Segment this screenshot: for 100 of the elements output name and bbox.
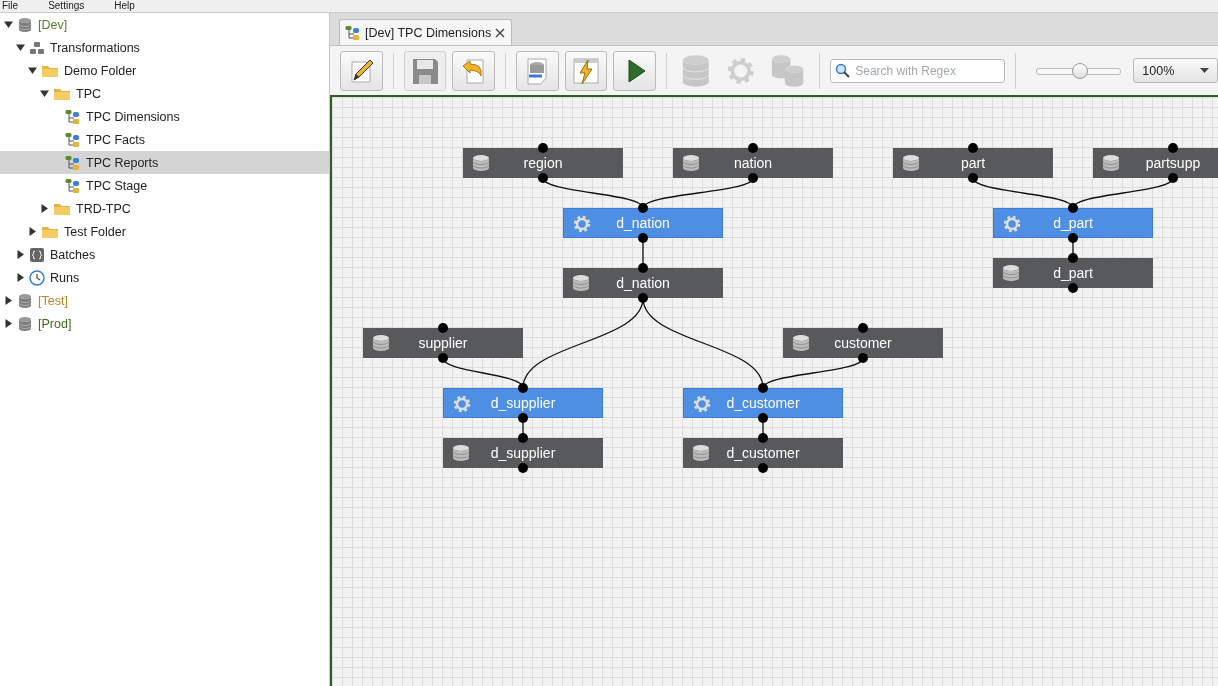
port-dot[interactable] <box>518 463 528 473</box>
node-label: nation <box>732 155 774 171</box>
expanded-arrow-icon[interactable] <box>4 20 13 29</box>
collapsed-arrow-icon[interactable] <box>4 296 13 305</box>
table-node[interactable]: d_supplier <box>443 438 603 468</box>
port-dot[interactable] <box>968 143 978 153</box>
collapsed-arrow-icon[interactable] <box>28 227 37 236</box>
database-icon <box>682 154 700 172</box>
node-label: d_part <box>1052 215 1094 231</box>
table-node[interactable]: part <box>893 148 1053 178</box>
flow-icon <box>65 154 81 171</box>
editor-tab[interactable]: [Dev] TPC Dimensions <box>339 19 513 45</box>
port-dot[interactable] <box>518 383 528 393</box>
table-node[interactable]: supplier <box>363 328 523 358</box>
port-dot[interactable] <box>638 233 648 243</box>
port-dot[interactable] <box>438 323 448 333</box>
table-node[interactable]: d_part <box>993 258 1153 288</box>
menu-item[interactable]: Help <box>114 0 135 12</box>
port-dot[interactable] <box>538 173 548 183</box>
zoom-dropdown[interactable]: 100% <box>1133 58 1218 83</box>
port-dot[interactable] <box>538 143 548 153</box>
tree-item[interactable]: Test Folder <box>0 220 329 243</box>
tree-label: TPC <box>76 86 101 101</box>
tree-label: TRD-TPC <box>76 201 131 216</box>
port-dot[interactable] <box>748 143 758 153</box>
menu-item[interactable]: File <box>2 0 19 12</box>
node-label: d_nation <box>615 275 671 291</box>
execute-button[interactable] <box>564 50 608 91</box>
table-node[interactable]: d_nation <box>563 268 723 298</box>
port-dot[interactable] <box>518 413 528 423</box>
node-label: d_customer <box>725 445 801 461</box>
database-icon <box>1002 264 1020 282</box>
caret-icon <box>1199 68 1209 73</box>
tree-item[interactable]: TPC <box>0 82 329 105</box>
tree-item[interactable]: TPC Stage <box>0 174 329 197</box>
port-dot[interactable] <box>758 383 768 393</box>
node-label: d_customer <box>725 395 801 411</box>
port-dot[interactable] <box>438 353 448 363</box>
node-label: d_part <box>1052 265 1094 281</box>
tree-item[interactable]: Batches <box>0 243 329 266</box>
table-node[interactable]: region <box>463 148 623 178</box>
undo-button[interactable] <box>452 50 496 91</box>
port-dot[interactable] <box>1068 233 1078 243</box>
table-node[interactable]: nation <box>673 148 833 178</box>
collapsed-arrow-icon[interactable] <box>40 204 49 213</box>
port-dot[interactable] <box>968 173 978 183</box>
port-dot[interactable] <box>858 323 868 333</box>
sql-button[interactable] <box>516 50 559 91</box>
node-label: customer <box>833 335 893 351</box>
menu-item[interactable]: Settings <box>48 0 85 12</box>
database-icon <box>17 292 33 309</box>
tree-item[interactable]: TPC Reports <box>0 151 329 174</box>
expanded-arrow-icon[interactable] <box>28 66 37 75</box>
close-icon[interactable] <box>495 27 506 38</box>
tree-label: [Prod] <box>38 316 72 331</box>
port-dot[interactable] <box>1068 203 1078 213</box>
tree-item[interactable]: TPC Facts <box>0 128 329 151</box>
port-dot[interactable] <box>1168 173 1178 183</box>
tree-item[interactable]: TRD-TPC <box>0 197 329 220</box>
table-node[interactable]: customer <box>783 328 943 358</box>
port-dot[interactable] <box>758 463 768 473</box>
expanded-arrow-icon[interactable] <box>40 89 49 98</box>
node-label: part <box>959 155 987 171</box>
boxes-icon <box>29 39 45 56</box>
run-button[interactable] <box>613 50 657 91</box>
tree-item[interactable]: Demo Folder <box>0 59 329 82</box>
search-field[interactable]: Search with Regex <box>830 58 1006 83</box>
tree-label: Test Folder <box>64 224 126 239</box>
port-dot[interactable] <box>1068 283 1078 293</box>
gear-icon <box>693 395 711 413</box>
port-dot[interactable] <box>638 263 648 273</box>
port-dot[interactable] <box>638 293 648 303</box>
port-dot[interactable] <box>758 433 768 443</box>
port-dot[interactable] <box>1068 253 1078 263</box>
tree-item[interactable]: TPC Dimensions <box>0 105 329 128</box>
tree-item[interactable]: Transformations <box>0 36 329 59</box>
tree-item[interactable]: Runs <box>0 266 329 289</box>
collapsed-arrow-icon[interactable] <box>16 250 25 259</box>
tree-item[interactable]: [Dev] <box>0 13 329 36</box>
edit-button[interactable] <box>340 50 383 91</box>
tree-label: TPC Reports <box>86 155 159 170</box>
port-dot[interactable] <box>1168 143 1178 153</box>
node-label: d_supplier <box>489 445 557 461</box>
port-dot[interactable] <box>518 433 528 443</box>
port-dot[interactable] <box>858 353 868 363</box>
tree-label: TPC Dimensions <box>86 109 180 124</box>
expanded-arrow-icon[interactable] <box>16 43 25 52</box>
node-label: d_supplier <box>489 395 557 411</box>
table-node[interactable]: partsupp <box>1093 148 1218 178</box>
collapsed-arrow-icon[interactable] <box>4 319 13 328</box>
collapsed-arrow-icon[interactable] <box>16 273 25 282</box>
tree-item[interactable]: [Prod] <box>0 312 329 335</box>
port-dot[interactable] <box>748 173 758 183</box>
node-label: supplier <box>417 335 469 351</box>
port-dot[interactable] <box>638 203 648 213</box>
node-label: partsupp <box>1144 155 1202 171</box>
table-node[interactable]: d_customer <box>683 438 843 468</box>
flow-icon <box>345 24 361 41</box>
tree-label: Demo Folder <box>64 63 137 78</box>
port-dot[interactable] <box>758 413 768 423</box>
